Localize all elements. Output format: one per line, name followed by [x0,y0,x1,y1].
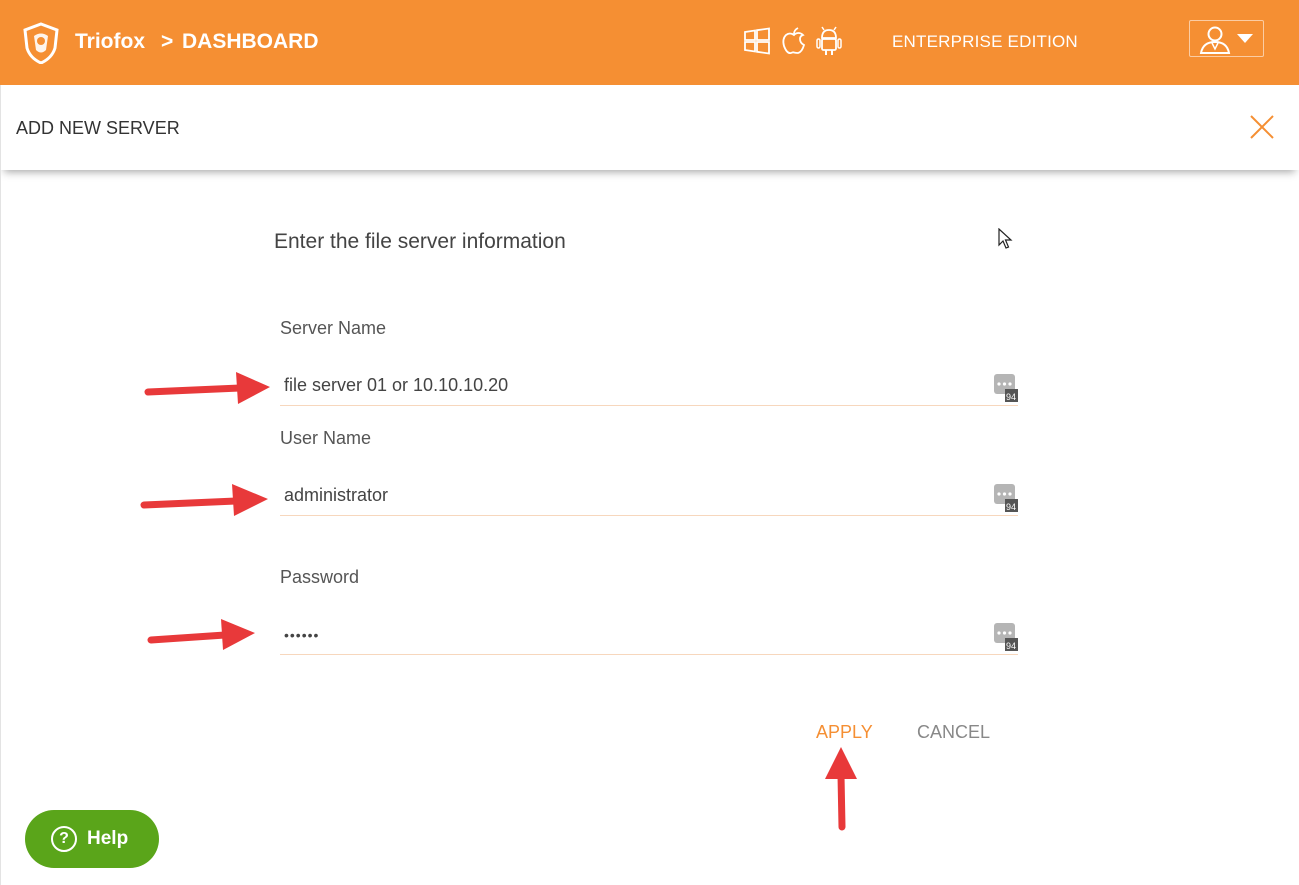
panel-body [0,170,1299,885]
password-input[interactable] [280,615,1018,655]
mouse-cursor-icon [998,228,1013,249]
password-label: Password [280,567,360,587]
panel-title: ADD NEW SERVER [16,118,180,138]
user-name-label: User Name [280,428,372,448]
password-manager-icon[interactable]: 94 [994,374,1018,402]
user-icon [1199,26,1231,54]
help-button[interactable]: ? Help [25,810,159,868]
server-name-input[interactable] [280,366,1018,406]
brand-name[interactable]: Triofox [75,30,145,54]
svg-text:94: 94 [1006,641,1016,651]
triofox-logo-icon[interactable] [22,22,60,64]
close-icon[interactable] [1248,113,1276,141]
annotation-arrow-icon [147,619,255,650]
help-icon: ? [51,826,77,852]
chevron-down-icon [1237,34,1253,43]
breadcrumb-separator: > [161,30,174,53]
user-name-input[interactable] [280,476,1018,516]
annotation-arrow-icon [825,747,857,831]
edition-label: ENTERPRISE EDITION [892,32,1078,51]
breadcrumb-dashboard[interactable]: DASHBOARD [182,30,319,54]
annotation-arrow-icon [144,372,270,404]
top-bar: Triofox > DASHBOARD ENTERPRISE EDITION [0,0,1299,85]
android-icon[interactable] [815,26,843,56]
apple-icon[interactable] [780,26,808,56]
user-menu-button[interactable] [1189,20,1264,57]
svg-text:94: 94 [1006,502,1016,512]
section-title: Enter the file server information [274,230,566,253]
windows-icon[interactable] [743,26,771,56]
server-name-label: Server Name [280,318,387,338]
annotation-arrow-icon [140,484,268,516]
password-manager-icon[interactable]: 94 [994,623,1018,651]
apply-button[interactable]: APPLY [814,718,875,747]
panel-header: ADD NEW SERVER [0,85,1299,170]
cancel-button[interactable]: CANCEL [915,718,992,747]
password-manager-icon[interactable]: 94 [994,484,1018,512]
help-label: Help [87,828,129,849]
svg-text:94: 94 [1006,392,1016,402]
